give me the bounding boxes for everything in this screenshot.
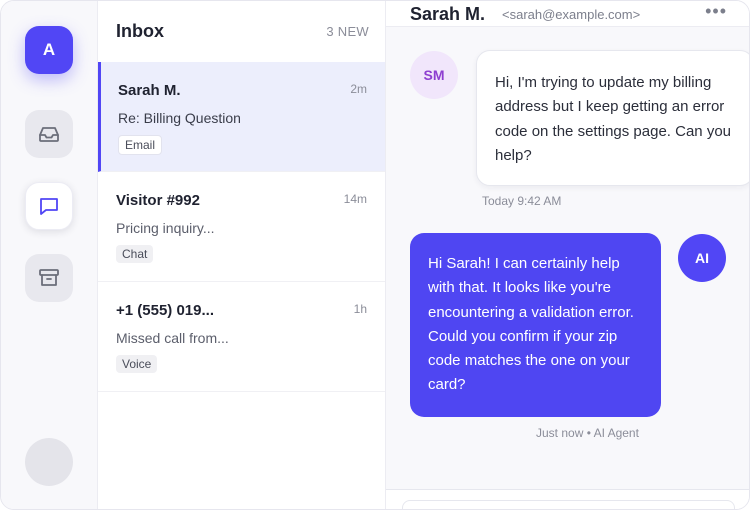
message-snippet: Re: Billing Question	[118, 110, 241, 126]
nav-chat-button[interactable]	[25, 182, 73, 230]
nav-inbox-button[interactable]	[25, 110, 73, 158]
nav-rail: A	[1, 1, 98, 509]
ai-agent-avatar: AI	[678, 234, 726, 282]
conversation-pane: Sarah M. <sarah@example.com> ••• SM Hi, …	[386, 1, 749, 509]
inbox-title: Inbox	[116, 21, 164, 41]
contact-name: +1 (555) 019...	[116, 302, 214, 319]
app-window: A Inbox 3 NEW Sarah M. 2m Re: Billing Qu…	[0, 0, 750, 510]
nav-archive-button[interactable]	[25, 254, 73, 302]
message-timestamp: Just now • AI Agent	[536, 426, 639, 440]
channel-tag: Voice	[116, 355, 158, 373]
conversation-item[interactable]: Sarah M. 2m Re: Billing Question Email	[98, 62, 385, 172]
outgoing-message: Hi Sarah! I can certainly help with that…	[410, 233, 661, 417]
customer-avatar: SM	[410, 51, 458, 99]
inbox-list: Inbox 3 NEW Sarah M. 2m Re: Billing Ques…	[98, 1, 386, 509]
contact-name: Sarah M.	[410, 4, 486, 24]
new-count-badge: 3 NEW	[326, 24, 369, 39]
contact-name: Visitor #992	[116, 192, 200, 209]
brand-logo-button[interactable]: A	[25, 26, 73, 74]
channel-tag: Email	[118, 135, 163, 155]
archive-box-icon	[39, 269, 59, 286]
conversation-item[interactable]: Visitor #992 14m Pricing inquiry... Chat	[98, 172, 385, 282]
contact-name: Sarah M.	[118, 82, 181, 99]
incoming-message: Hi, I'm trying to update my billing addr…	[476, 50, 749, 186]
more-options-icon[interactable]: •••	[705, 1, 727, 22]
composer-bar	[386, 489, 749, 509]
message-snippet: Missed call from...	[116, 330, 229, 346]
brand-letter: A	[42, 40, 56, 59]
timestamp: 14m	[343, 192, 367, 206]
timestamp: 1h	[353, 302, 367, 316]
message-input[interactable]	[402, 500, 735, 509]
conversation-header: Sarah M. <sarah@example.com> •••	[386, 1, 749, 27]
chat-bubble-icon	[40, 198, 58, 215]
contact-email: <sarah@example.com>	[502, 7, 641, 22]
timestamp: 2m	[350, 82, 367, 96]
message-timestamp: Today 9:42 AM	[482, 194, 562, 208]
inbox-tray-icon	[39, 127, 59, 142]
channel-tag: Chat	[116, 245, 154, 263]
conversation-item[interactable]: +1 (555) 019... 1h Missed call from... V…	[98, 282, 385, 392]
user-avatar[interactable]	[25, 438, 73, 486]
message-snippet: Pricing inquiry...	[116, 220, 215, 236]
